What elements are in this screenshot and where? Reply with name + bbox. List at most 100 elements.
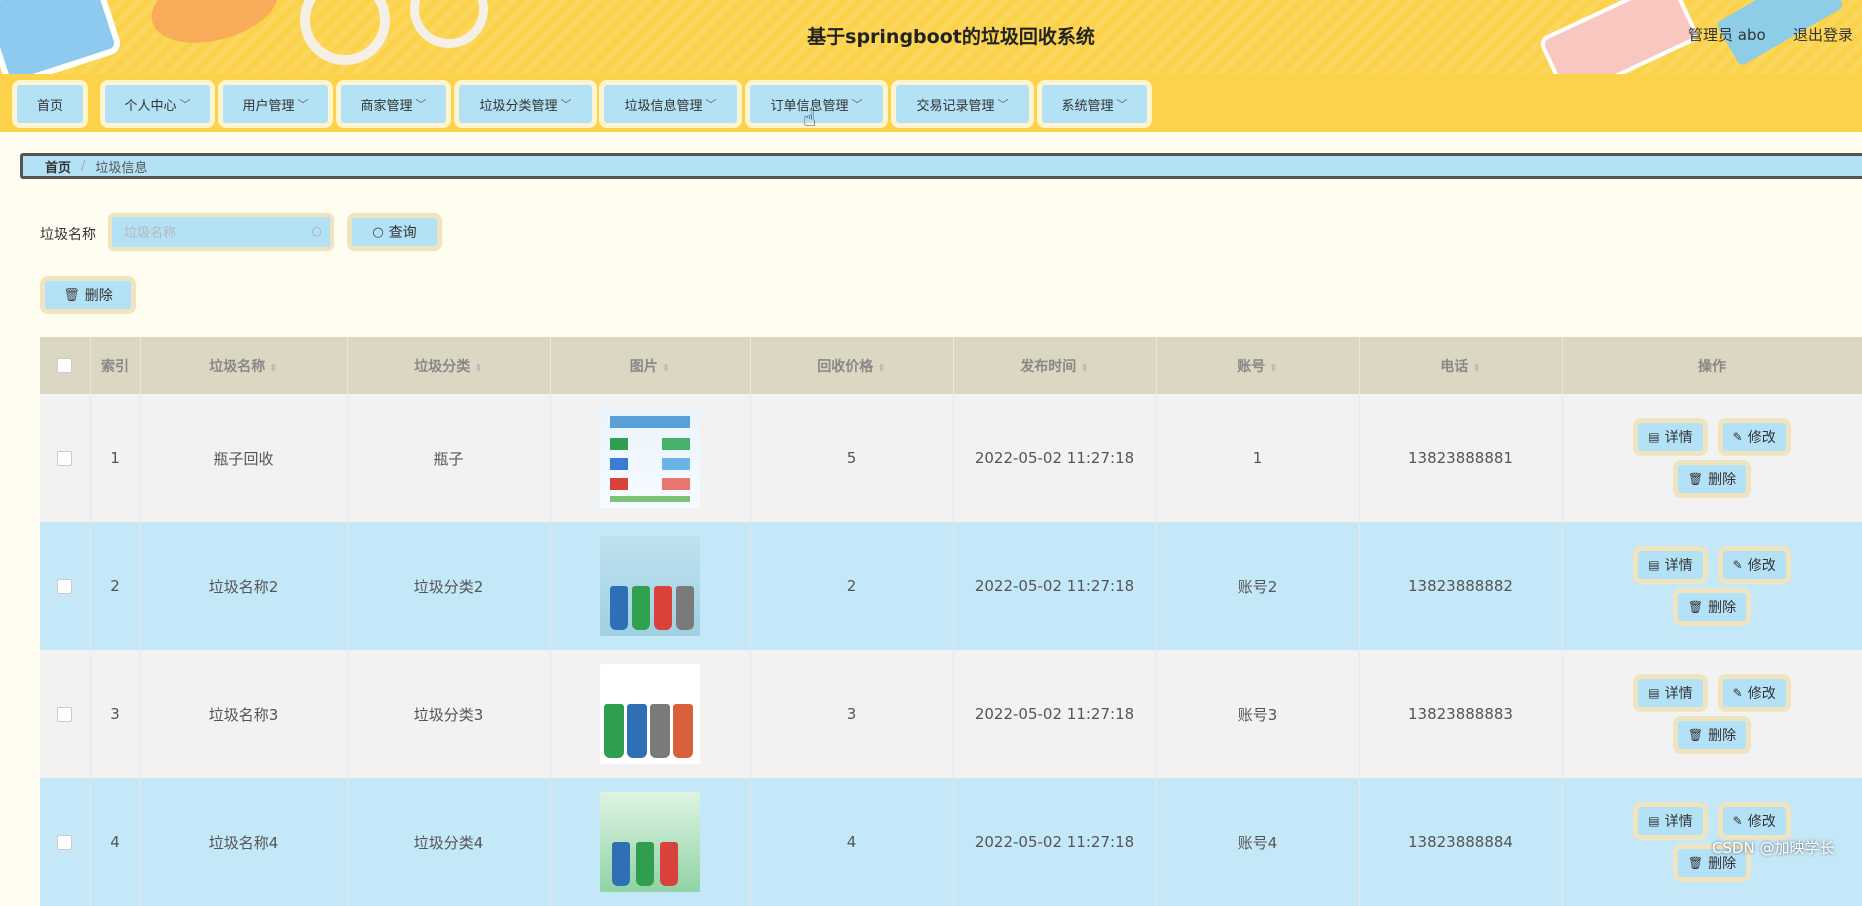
row-checkbox[interactable] [57,707,73,722]
delete-button[interactable]: 🗑 删除 [1672,588,1752,626]
account-cell: 1 [1156,394,1360,522]
nav-item-merchant-management[interactable]: 商家管理 ﹀ [336,80,451,128]
row-checkbox[interactable] [57,451,73,466]
breadcrumb-home[interactable]: 首页 [45,157,71,176]
edit-button[interactable]: ✎ 修改 [1717,418,1791,456]
time-cell: 2022-05-02 11:27:18 [953,778,1157,906]
image-cell [550,394,751,522]
garbage-image[interactable] [600,536,700,636]
category-cell: 垃圾分类4 [347,778,551,906]
detail-button[interactable]: ▤ 详情 [1633,802,1708,840]
column-header[interactable]: 回收价格 ⬍ [750,337,954,394]
row-checkbox[interactable] [57,835,73,850]
detail-button[interactable]: ▤ 详情 [1633,546,1708,584]
column-header[interactable]: 垃圾名称 ⬍ [140,337,348,394]
site-title: 基于springboot的垃圾回收系统 [807,26,1095,48]
time-cell: 2022-05-02 11:27:18 [953,650,1157,778]
search-input[interactable] [122,222,306,244]
chevron-down-icon: ﹀ [851,98,863,111]
column-header: 图片 ⬍ [550,337,751,394]
column-header[interactable]: 账号 ⬍ [1156,337,1360,394]
nav-item-user-management[interactable]: 用户管理 ﹀ [218,80,333,128]
price-cell: 2 [750,522,954,650]
sort-icon[interactable]: ⬍ [1472,363,1480,374]
phone-cell: 13823888883 [1359,650,1563,778]
delete-button[interactable]: 🗑 删除 [1672,716,1752,754]
edit-button[interactable]: ✎ 修改 [1717,674,1791,712]
nav-item-label: 垃圾分类管理 [479,98,558,114]
index-cell: 1 [90,394,141,522]
sort-icon[interactable]: ⬍ [662,363,670,374]
price-cell: 5 [750,394,954,522]
image-cell [550,650,751,778]
account-cell: 账号2 [1156,522,1360,650]
edit-label: 修改 [1747,558,1776,574]
garbage-image[interactable] [600,408,700,508]
sort-icon[interactable]: ⬍ [877,363,885,374]
nav-item-order-management[interactable]: 订单信息管理 ﹀ [745,80,888,128]
edit-icon: ✎ [1732,814,1743,828]
column-header-label: 图片 [629,358,658,375]
search-field-wrapper: ○ [108,213,334,251]
select-all-checkbox[interactable] [57,358,73,373]
nav-item-system-management[interactable]: 系统管理 ﹀ [1037,80,1152,128]
chevron-down-icon: ﹀ [1116,98,1128,111]
detail-button[interactable]: ▤ 详情 [1633,418,1708,456]
trash-icon: 🗑 [63,287,80,303]
column-header-label: 垃圾名称 [209,358,266,375]
sort-icon[interactable]: ⬍ [474,363,482,374]
index-cell: 4 [90,778,141,906]
column-header: 索引 [90,337,141,394]
garbage-image[interactable] [600,792,700,892]
edit-icon: ✎ [1732,430,1743,444]
nav-item-category-management[interactable]: 垃圾分类管理 ﹀ [454,80,597,128]
column-header[interactable]: 电话 ⬍ [1359,337,1563,394]
row-checkbox[interactable] [57,579,73,594]
column-header[interactable]: 垃圾分类 ⬍ [347,337,551,394]
document-icon: ▤ [1648,558,1660,572]
table-row: 3 垃圾名称3 垃圾分类3 3 2022-05-02 11:27:18 账号3 … [40,650,1862,778]
detail-label: 详情 [1664,430,1693,446]
detail-button[interactable]: ▤ 详情 [1633,674,1708,712]
category-cell: 垃圾分类3 [347,650,551,778]
row-select-cell [40,394,91,522]
price-cell: 4 [750,778,954,906]
sort-icon[interactable]: ⬍ [269,363,277,374]
nav-item-transaction-management[interactable]: 交易记录管理 ﹀ [891,80,1034,128]
query-button[interactable]: ○ 查询 [347,213,442,251]
delete-button[interactable]: 🗑 删除 [1672,460,1752,498]
actions-cell: ▤ 详情 ✎ 修改 🗑 删除 [1562,394,1862,522]
sort-icon[interactable]: ⬍ [1080,363,1088,374]
nav-item-home[interactable]: 首页 [12,80,88,128]
nav-item-label: 首页 [36,98,63,114]
document-icon: ▤ [1648,814,1660,828]
breadcrumb-current: 垃圾信息 [95,160,148,176]
column-header[interactable]: 发布时间 ⬍ [953,337,1157,394]
account-cell: 账号3 [1156,650,1360,778]
name-cell: 瓶子回收 [140,394,348,522]
actions-cell: ▤ 详情 ✎ 修改 🗑 删除 [1562,522,1862,650]
detail-label: 详情 [1664,558,1693,574]
batch-delete-button[interactable]: 🗑 删除 [40,276,136,314]
delete-label: 删除 [1708,728,1737,744]
sort-icon[interactable]: ⬍ [1269,363,1277,374]
garbage-image[interactable] [600,664,700,764]
admin-label: 管理员 abo [1688,26,1766,44]
nav-item-personal-center[interactable]: 个人中心 ﹀ [100,80,215,128]
garbage-table: 索引 垃圾名称 ⬍ 垃圾分类 ⬍ 图片 ⬍ 回收价格 ⬍ 发布时间 ⬍ 账号 ⬍ 电话 ⬍ 操… [40,337,1862,906]
nav-item-garbage-info-management[interactable]: 垃圾信息管理 ﹀ [599,80,742,128]
query-button-label: 查询 [388,225,417,241]
table-header-row: 索引 垃圾名称 ⬍ 垃圾分类 ⬍ 图片 ⬍ 回收价格 ⬍ 发布时间 ⬍ 账号 ⬍ 电话 ⬍ 操… [40,337,1862,394]
edit-button[interactable]: ✎ 修改 [1717,802,1791,840]
row-select-cell [40,650,91,778]
delete-label: 删除 [1708,472,1737,488]
edit-button[interactable]: ✎ 修改 [1717,546,1791,584]
header: 基于springboot的垃圾回收系统 管理员 abo 退出登录 [0,0,1862,74]
column-header-label: 垃圾分类 [414,358,471,375]
column-header-label: 发布时间 [1020,358,1077,375]
category-cell: 瓶子 [347,394,551,522]
trash-icon: 🗑 [1687,600,1704,614]
logout-link[interactable]: 退出登录 [1793,24,1853,45]
chevron-down-icon: ﹀ [997,98,1009,111]
phone-cell: 13823888882 [1359,522,1563,650]
